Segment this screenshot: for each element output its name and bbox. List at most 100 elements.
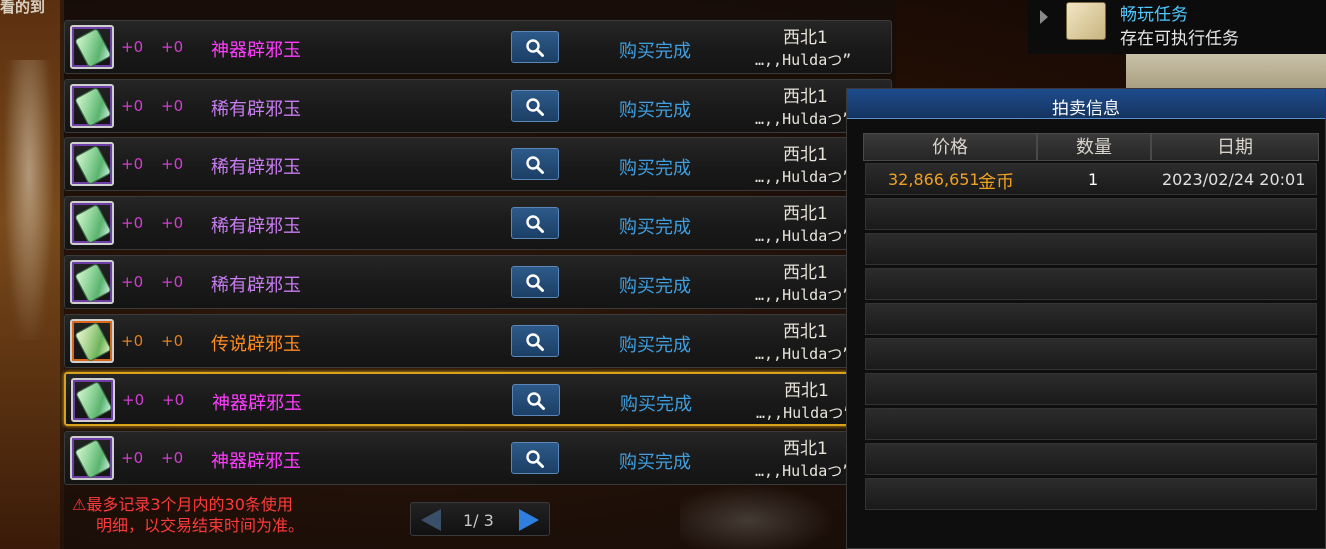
note-line1: 最多记录3个月内的30条使用 (86, 495, 293, 514)
scene-left-art (4, 60, 54, 340)
page-indicator: 1/ 3 (463, 511, 494, 530)
buyer-name: …,,Huldaつ” (755, 168, 852, 187)
amplify-level: +0 (161, 96, 184, 115)
search-button[interactable] (511, 324, 559, 357)
search-icon (526, 39, 544, 57)
trade-status: 购买完成 (619, 451, 691, 473)
auction-row[interactable] (865, 478, 1317, 510)
server-name: 西北1 (783, 86, 828, 107)
item-name: 稀有辟邪玉 (211, 216, 301, 238)
search-icon (526, 450, 544, 468)
history-row[interactable]: +0 +0 稀有辟邪玉 购买完成 西北1 …,,Huldaつ” (64, 254, 892, 309)
gem-icon (75, 380, 113, 422)
record-note: ⚠最多记录3个月内的30条使用 明细，以交易结束时间为准。 (72, 494, 304, 536)
search-button[interactable] (511, 31, 559, 63)
search-button[interactable] (511, 265, 559, 298)
auction-currency: 金币 (978, 172, 1014, 193)
item-icon[interactable] (70, 318, 114, 363)
quest-status[interactable]: 存在可执行任务 (1120, 24, 1239, 49)
history-row[interactable]: +0 +0 稀有辟邪玉 购买完成 西北1 …,,Huldaつ” (64, 137, 892, 192)
reinforce-level: +0 (121, 38, 144, 56)
server-name: 西北1 (783, 321, 828, 342)
pager: 1/ 3 (410, 502, 550, 536)
buyer-name: …,,Huldaつ” (756, 404, 853, 423)
gem-icon (74, 438, 112, 480)
search-icon (526, 274, 544, 292)
history-row[interactable]: +0 +0 稀有辟邪玉 购买完成 西北1 …,,Huldaつ” (64, 78, 892, 133)
reinforce-level: +0 (121, 214, 144, 233)
trade-status: 购买完成 (619, 158, 691, 180)
item-name: 神器辟邪玉 (212, 393, 302, 415)
auction-title-bar[interactable]: 拍卖信息 (847, 89, 1325, 119)
auction-row[interactable] (865, 443, 1317, 475)
item-icon[interactable] (71, 378, 115, 423)
trade-status: 购买完成 (620, 394, 692, 416)
search-icon (526, 332, 544, 351)
search-icon (526, 97, 544, 116)
gem-icon (74, 27, 112, 69)
auction-row[interactable] (865, 233, 1317, 265)
search-icon (526, 215, 544, 234)
auction-price: 32,866,651 (888, 170, 980, 189)
trade-status: 购买完成 (619, 41, 691, 62)
server-name: 西北1 (783, 28, 828, 48)
auction-row[interactable] (865, 408, 1317, 440)
item-icon[interactable] (70, 142, 114, 187)
gem-icon (74, 321, 112, 362)
amplify-level: +0 (161, 448, 184, 467)
search-button[interactable] (511, 148, 559, 181)
buyer-name: …,,Huldaつ” (755, 285, 852, 304)
auction-info-panel: 拍卖信息 价格 数量 日期 32,866,651 金币 1 2023/02/24 20… (846, 88, 1326, 549)
auction-row[interactable] (865, 303, 1317, 335)
server-name: 西北1 (783, 204, 828, 225)
search-button[interactable] (512, 384, 560, 417)
history-row[interactable]: +0 +0 稀有辟邪玉 购买完成 西北1 …,,Huldaつ” (64, 196, 892, 251)
item-icon[interactable] (70, 435, 114, 480)
auction-row[interactable]: 32,866,651 金币 1 2023/02/24 20:01 (865, 163, 1317, 195)
trade-status: 购买完成 (619, 99, 691, 121)
auction-row[interactable] (865, 268, 1317, 300)
search-button[interactable] (511, 207, 559, 240)
buyer-name: …,,Huldaつ” (755, 109, 852, 128)
auction-row[interactable] (865, 198, 1317, 230)
search-icon (526, 156, 544, 175)
gem-icon (74, 145, 112, 186)
auction-row[interactable] (865, 338, 1317, 370)
search-button[interactable] (511, 441, 559, 474)
auction-date: 2023/02/24 20:01 (1162, 170, 1306, 189)
auction-row[interactable] (865, 373, 1317, 405)
history-row[interactable]: +0 +0 神器辟邪玉 购买完成 西北1 …,,Huldaつ” (64, 430, 892, 485)
reinforce-level: +0 (121, 448, 144, 467)
history-row[interactable]: +0 +0 传说辟邪玉 购买完成 西北1 …,,Huldaつ” (64, 313, 892, 368)
item-name: 传说辟邪玉 (211, 333, 301, 355)
quest-title[interactable]: 畅玩任务 (1120, 0, 1188, 25)
header-price: 价格 (863, 133, 1037, 161)
amplify-level: +0 (161, 331, 184, 350)
auction-title: 拍卖信息 (1052, 99, 1120, 119)
item-icon[interactable] (70, 25, 114, 69)
reinforce-level: +0 (121, 331, 144, 350)
item-name: 神器辟邪玉 (211, 40, 301, 61)
prev-page-button[interactable] (421, 509, 441, 531)
amplify-level: +0 (161, 38, 184, 56)
scene-left-title: 看的到 (0, 0, 46, 16)
item-name: 神器辟邪玉 (211, 450, 301, 472)
reinforce-level: +0 (121, 96, 144, 115)
buyer-name: …,,Huldaつ” (755, 227, 852, 246)
item-icon[interactable] (70, 259, 114, 304)
item-name: 稀有辟邪玉 (211, 274, 301, 296)
quest-scroll-icon[interactable] (1066, 2, 1106, 40)
search-button[interactable] (511, 89, 559, 122)
item-name: 稀有辟邪玉 (211, 98, 301, 120)
warning-icon: ⚠ (72, 495, 87, 514)
history-row[interactable]: +0 +0 神器辟邪玉 购买完成 西北1 …,,Huldaつ” (64, 372, 892, 427)
note-line2: 明细，以交易结束时间为准。 (96, 516, 305, 535)
next-page-button[interactable] (519, 509, 539, 531)
item-icon[interactable] (70, 83, 114, 128)
item-icon[interactable] (70, 201, 114, 246)
amplify-level: +0 (162, 391, 185, 410)
reinforce-level: +0 (121, 155, 144, 174)
quest-expand-icon[interactable] (1040, 10, 1048, 24)
history-row[interactable]: +0 +0 神器辟邪玉 购买完成 西北1 …,,Huldaつ” (64, 20, 892, 74)
header-date: 日期 (1151, 133, 1319, 161)
